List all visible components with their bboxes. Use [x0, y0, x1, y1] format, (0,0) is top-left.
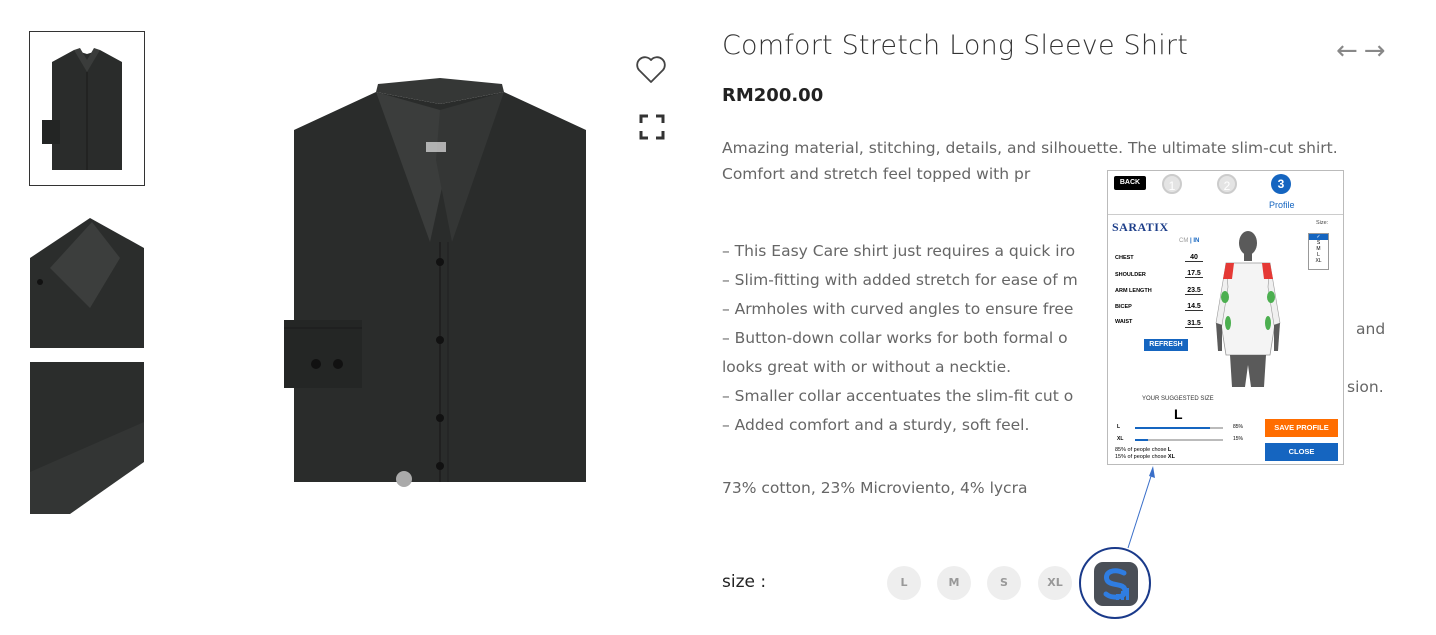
size-label: size : — [722, 572, 767, 592]
arm-length-value[interactable]: 23.5 — [1185, 287, 1203, 295]
bar-label-xl: XL — [1117, 436, 1124, 442]
thumbnail-3[interactable] — [30, 362, 144, 514]
size-option-xl[interactable]: XL — [1038, 566, 1072, 600]
product-title: Comfort Stretch Long Sleeve Shirt — [722, 30, 1188, 61]
thumbnail-1[interactable] — [29, 31, 145, 186]
waist-value[interactable]: 31.5 — [1185, 320, 1203, 328]
suggested-size-label: YOUR SUGGESTED SIZE — [1142, 396, 1214, 402]
heart-icon[interactable] — [636, 56, 666, 84]
bar-pct-l: 85% — [1233, 424, 1244, 430]
bar-track-xl — [1135, 439, 1223, 441]
bar-fill-l — [1135, 427, 1210, 429]
saratix-brand: SARATIX — [1112, 220, 1169, 234]
size-option-s[interactable]: S — [987, 566, 1021, 600]
body-fit-illustration — [1215, 231, 1281, 387]
bar-fill-xl — [1135, 439, 1149, 441]
shoulder-label: SHOULDER — [1115, 272, 1146, 278]
size-option-l[interactable]: L — [887, 566, 921, 600]
refresh-button[interactable]: REFRESH — [1144, 339, 1188, 351]
save-profile-button[interactable]: SAVE PROFILE — [1265, 419, 1338, 437]
chose-line-l: 85% of people chose L — [1115, 447, 1172, 453]
shoulder-value[interactable]: 17.5 — [1185, 270, 1203, 278]
thumbnail-sleeve — [30, 362, 144, 514]
bar-track-l — [1135, 427, 1223, 429]
size-list-item[interactable]: XL — [1309, 258, 1328, 264]
step-2-indicator[interactable]: 2 — [1217, 174, 1237, 194]
product-price: RM200.00 — [722, 85, 824, 106]
saratix-launcher-button[interactable] — [1094, 562, 1138, 606]
chest-value[interactable]: 40 — [1185, 254, 1203, 262]
size-selector-list[interactable]: ✓ S M L XL — [1308, 233, 1329, 270]
size-option-m[interactable]: M — [937, 566, 971, 600]
close-button[interactable]: CLOSE — [1265, 443, 1338, 461]
thumbnail-2[interactable] — [30, 198, 144, 348]
fullscreen-icon[interactable] — [639, 114, 665, 140]
size-list-title: Size: — [1316, 220, 1329, 226]
popup-divider — [1108, 214, 1343, 215]
chest-label: CHEST — [1115, 255, 1134, 261]
bullet-tail-and: and — [1356, 320, 1386, 338]
bar-label-l: L — [1117, 424, 1121, 430]
bar-pct-xl: 15% — [1233, 436, 1244, 442]
main-product-image — [284, 78, 586, 482]
arm-length-label: ARM LENGTH — [1115, 288, 1152, 294]
saratix-size-popup: BACK 1 2 3 Profile SARATIX CM | IN CHEST… — [1107, 170, 1344, 465]
thumbnail-shirt-front — [30, 32, 144, 185]
material-composition: 73% cotton, 23% Microviento, 4% lycra — [722, 479, 1028, 497]
waist-label: WAIST — [1115, 319, 1133, 325]
step-1-indicator[interactable]: 1 — [1162, 174, 1182, 194]
chose-line-xl: 15% of people chose XL — [1115, 454, 1175, 460]
unit-toggle[interactable]: CM | IN — [1179, 238, 1199, 244]
product-nav-arrows[interactable]: ←→ — [1336, 36, 1392, 66]
bullet-tail-sion: sion. — [1347, 378, 1384, 396]
bicep-value[interactable]: 14.5 — [1185, 303, 1203, 311]
saratix-logo-icon — [1103, 568, 1129, 600]
suggested-size-value: L — [1174, 406, 1183, 422]
step-3-indicator[interactable]: 3 — [1271, 174, 1291, 194]
bicep-label: BICEP — [1115, 304, 1132, 310]
back-button[interactable]: BACK — [1114, 176, 1146, 190]
thumbnail-collar — [30, 198, 144, 348]
carousel-dot[interactable] — [396, 471, 412, 487]
step-3-label: Profile — [1269, 200, 1295, 210]
